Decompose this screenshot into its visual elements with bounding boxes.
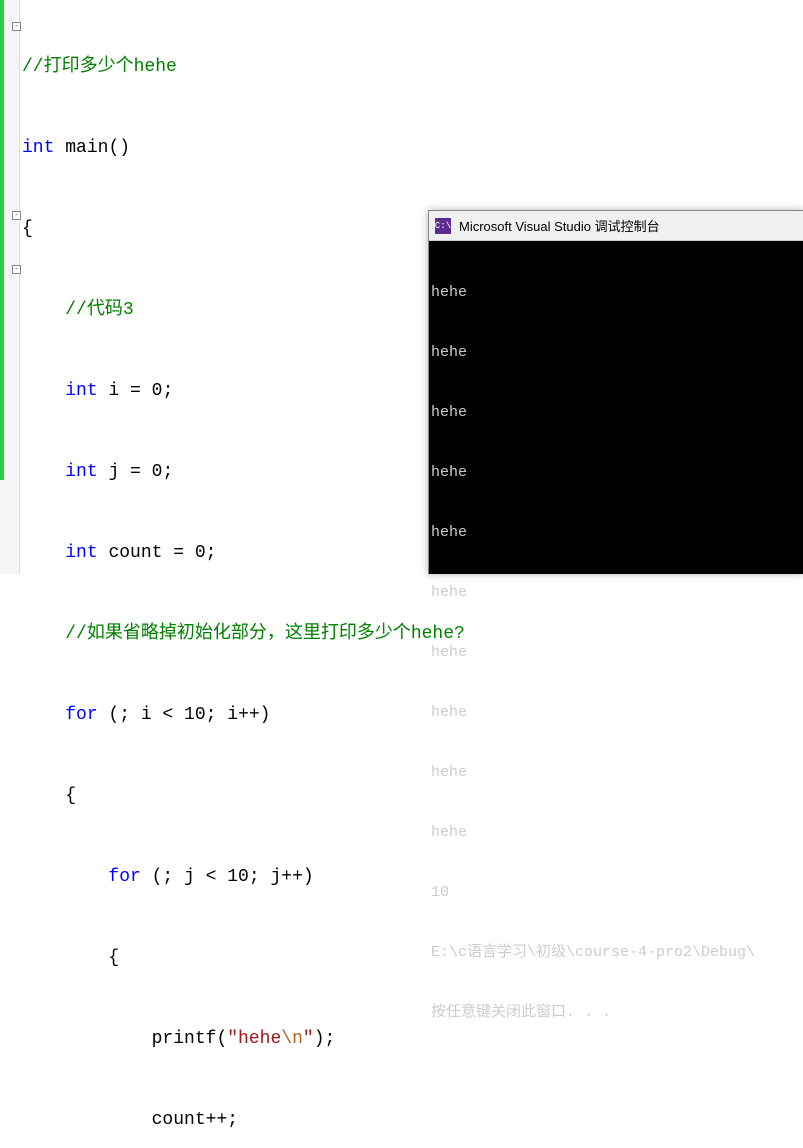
code-line: //代码3 (22, 297, 465, 324)
string-literal: "hehe (227, 1029, 281, 1049)
fold-toggle-icon[interactable]: - (12, 265, 21, 274)
code-line: for (; j < 10; j++) (22, 864, 465, 891)
keyword: for (65, 705, 97, 725)
editor-gutter: - - - (0, 0, 20, 574)
comment-text: //如果省略掉初始化部分，这里打印多少个hehe? (65, 624, 465, 644)
code-line: int main() (22, 135, 465, 162)
console-line: hehe (431, 283, 802, 303)
op-text: = 0; (119, 381, 173, 401)
op-text: ++; (206, 1110, 238, 1130)
op-text: ++) (281, 867, 313, 887)
console-line: hehe (431, 343, 802, 363)
fold-toggle-icon[interactable]: - (12, 211, 21, 220)
escape-seq: \n (281, 1029, 303, 1049)
func-call: printf (152, 1029, 217, 1049)
console-title: Microsoft Visual Studio 调试控制台 (459, 216, 660, 235)
code-line: //打印多少个hehe (22, 54, 465, 81)
op-text: ++) (238, 705, 270, 725)
op-text: (; j < 10; j (141, 867, 281, 887)
type-keyword: int (65, 543, 97, 563)
comment-text: //代码3 (65, 300, 133, 320)
console-line: hehe (431, 523, 802, 543)
brace: { (108, 948, 119, 968)
fold-toggle-icon[interactable]: - (12, 22, 21, 31)
type-keyword: int (65, 381, 97, 401)
code-line: int j = 0; (22, 459, 465, 486)
code-line: int i = 0; (22, 378, 465, 405)
console-line: hehe (431, 763, 802, 783)
console-line: 按任意键关闭此窗口. . . (431, 1003, 802, 1023)
var-name: count (108, 543, 162, 563)
code-line: { (22, 783, 465, 810)
console-line: hehe (431, 583, 802, 603)
console-output[interactable]: hehe hehe hehe hehe hehe hehe hehe hehe … (429, 241, 803, 1065)
comment-text: //打印多少个hehe (22, 57, 177, 77)
change-indicator-bar (0, 0, 4, 480)
console-line: hehe (431, 643, 802, 663)
string-literal: " (303, 1029, 314, 1049)
console-line: hehe (431, 463, 802, 483)
debug-console-window[interactable]: C:\ Microsoft Visual Studio 调试控制台 hehe h… (428, 210, 803, 574)
vs-console-icon: C:\ (435, 218, 451, 234)
console-line: hehe (431, 823, 802, 843)
brace: { (65, 786, 76, 806)
console-line: hehe (431, 403, 802, 423)
code-line: { (22, 945, 465, 972)
code-line: printf("hehe\n"); (22, 1026, 465, 1053)
var-name: i (108, 381, 119, 401)
op-text: = 0; (119, 462, 173, 482)
code-line: { (22, 216, 465, 243)
code-line: count++; (22, 1107, 465, 1134)
end: ); (314, 1029, 336, 1049)
paren: ( (216, 1029, 227, 1049)
console-icon-label: C:\ (435, 221, 451, 231)
code-line: for (; i < 10; i++) (22, 702, 465, 729)
type-keyword: int (22, 138, 54, 158)
keyword: for (108, 867, 140, 887)
parens: () (108, 138, 130, 158)
type-keyword: int (65, 462, 97, 482)
console-line: 10 (431, 883, 802, 903)
code-line: int count = 0; (22, 540, 465, 567)
op-text: (; i < 10; i (98, 705, 238, 725)
console-titlebar[interactable]: C:\ Microsoft Visual Studio 调试控制台 (429, 211, 803, 241)
code-content[interactable]: //打印多少个hehe int main() { //代码3 int i = 0… (22, 0, 465, 1148)
brace: { (22, 219, 33, 239)
code-line: //如果省略掉初始化部分，这里打印多少个hehe? (22, 621, 465, 648)
console-line: hehe (431, 703, 802, 723)
console-line: E:\c语言学习\初级\course-4-pro2\Debug\ (431, 943, 802, 963)
var-name: j (108, 462, 119, 482)
function-name: main (65, 138, 108, 158)
op-text: = 0; (162, 543, 216, 563)
var-name: count (152, 1110, 206, 1130)
